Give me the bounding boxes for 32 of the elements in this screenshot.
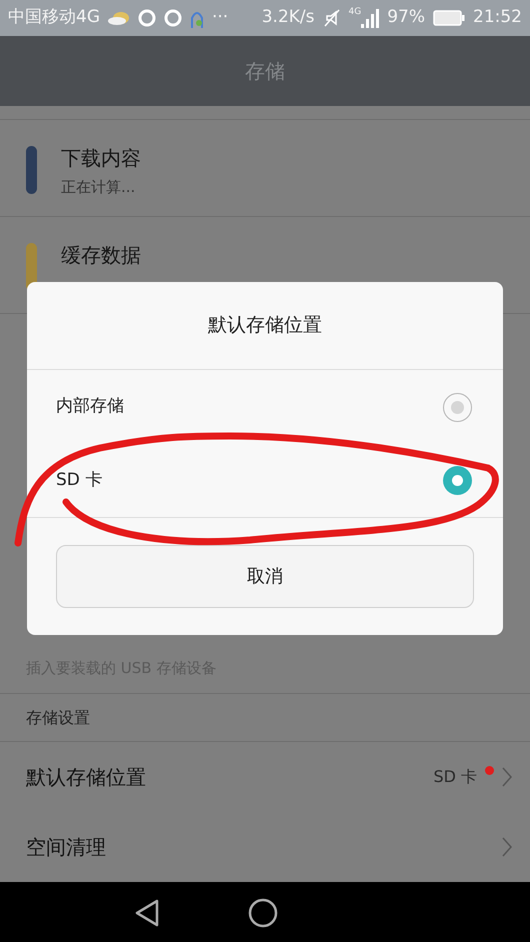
battery-icon — [433, 10, 465, 26]
more-indicator: ··· — [212, 6, 228, 30]
item-subtitle: 正在计算... — [61, 177, 136, 198]
item-title: 下载内容 — [61, 146, 141, 170]
back-icon — [134, 899, 160, 927]
carrier-name: 中国移动4G — [8, 6, 100, 30]
cancel-button[interactable]: 取消 — [56, 545, 474, 608]
page-title: 存储 — [245, 58, 285, 85]
home-icon — [248, 898, 278, 928]
dialog-title: 默认存储位置 — [208, 313, 322, 338]
setting-value: SD 卡 — [433, 766, 477, 788]
option-label: 内部存储 — [56, 395, 124, 418]
network-type: 4G — [348, 8, 362, 17]
radio-button[interactable] — [443, 392, 472, 422]
cloud-icon — [108, 11, 130, 25]
network-speed: 3.2K/s — [262, 6, 314, 30]
section-header: 存储设置 — [26, 706, 90, 728]
mute-icon — [322, 9, 340, 27]
setting-title: 默认存储位置 — [26, 764, 146, 791]
radio-button[interactable] — [443, 466, 472, 495]
setting-title: 空间清理 — [26, 834, 106, 861]
chat-icon — [164, 9, 182, 27]
option-label: SD 卡 — [56, 468, 102, 492]
settings-row[interactable]: 默认存储位置 SD 卡 — [0, 742, 530, 812]
signal-icon — [361, 8, 380, 28]
chevron-icon — [502, 767, 512, 787]
chevron-icon — [502, 837, 512, 857]
chat-icon — [138, 9, 156, 27]
battery-level: 97% — [387, 6, 425, 30]
settings-row[interactable]: 空间清理 — [0, 812, 530, 882]
clock-time: 21:52 — [473, 6, 522, 30]
item-title: 缓存数据 — [61, 243, 141, 267]
